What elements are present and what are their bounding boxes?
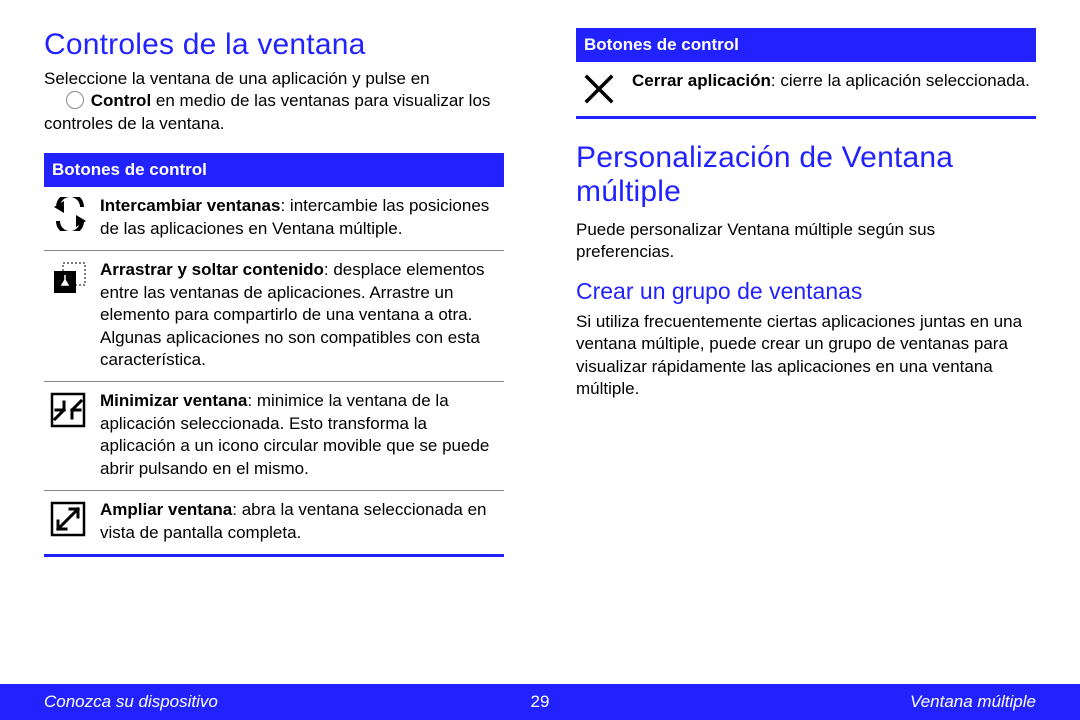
section-title-customize: Personalización de Ventana múltiple (576, 141, 1036, 209)
left-column: Controles de la ventana Seleccione la ve… (0, 0, 540, 720)
row-bold: Arrastrar y soltar contenido (100, 260, 324, 279)
footer-page-number: 29 (531, 692, 550, 712)
table-row: Arrastrar y soltar contenido: desplace e… (44, 250, 504, 381)
row-bold: Ampliar ventana (100, 500, 232, 519)
table-row: Intercambiar ventanas: intercambie las p… (44, 187, 504, 250)
section-title-controls: Controles de la ventana (44, 28, 504, 62)
table-row: Ampliar ventana: abra la ventana selecci… (44, 490, 504, 554)
table-header-right: Botones de control (576, 28, 1036, 62)
customize-paragraph: Puede personalizar Ventana múltiple segú… (576, 219, 1036, 264)
close-icon (582, 70, 632, 106)
row-bold: Intercambiar ventanas (100, 196, 280, 215)
table-header-left: Botones de control (44, 153, 504, 187)
row-text: Intercambiar ventanas: intercambie las p… (100, 195, 498, 240)
row-rest: : cierre la aplicación seleccionada. (771, 71, 1030, 90)
right-column: Botones de control Cerrar aplicación: ci… (540, 0, 1080, 720)
row-bold: Cerrar aplicación (632, 71, 771, 90)
group-paragraph: Si utiliza frecuentemente ciertas aplica… (576, 311, 1036, 401)
drag-drop-icon (50, 259, 100, 371)
maximize-icon (50, 499, 100, 544)
intro-text-before: Seleccione la ventana de una aplicación … (44, 69, 430, 88)
swap-windows-icon (50, 195, 100, 240)
footer-left: Conozca su dispositivo (44, 692, 218, 712)
page-footer: Conozca su dispositivo 29 Ventana múltip… (0, 684, 1080, 720)
row-text: Cerrar aplicación: cierre la aplicación … (632, 70, 1030, 106)
row-text: Ampliar ventana: abra la ventana selecci… (100, 499, 498, 544)
table-row: Cerrar aplicación: cierre la aplicación … (576, 62, 1036, 116)
subsection-title-group: Crear un grupo de ventanas (576, 278, 1036, 305)
controls-table-right: Cerrar aplicación: cierre la aplicación … (576, 62, 1036, 119)
row-text: Minimizar ventana: minimice la ventana d… (100, 390, 498, 480)
page: Controles de la ventana Seleccione la ve… (0, 0, 1080, 720)
controls-table-left: Intercambiar ventanas: intercambie las p… (44, 187, 504, 557)
control-circle-icon (66, 91, 84, 109)
row-bold: Minimizar ventana (100, 391, 247, 410)
intro-paragraph: Seleccione la ventana de una aplicación … (44, 68, 504, 135)
footer-right: Ventana múltiple (910, 692, 1036, 712)
table-row: Minimizar ventana: minimice la ventana d… (44, 381, 504, 490)
row-text: Arrastrar y soltar contenido: desplace e… (100, 259, 498, 371)
intro-bold: Control (91, 91, 151, 110)
minimize-icon (50, 390, 100, 480)
